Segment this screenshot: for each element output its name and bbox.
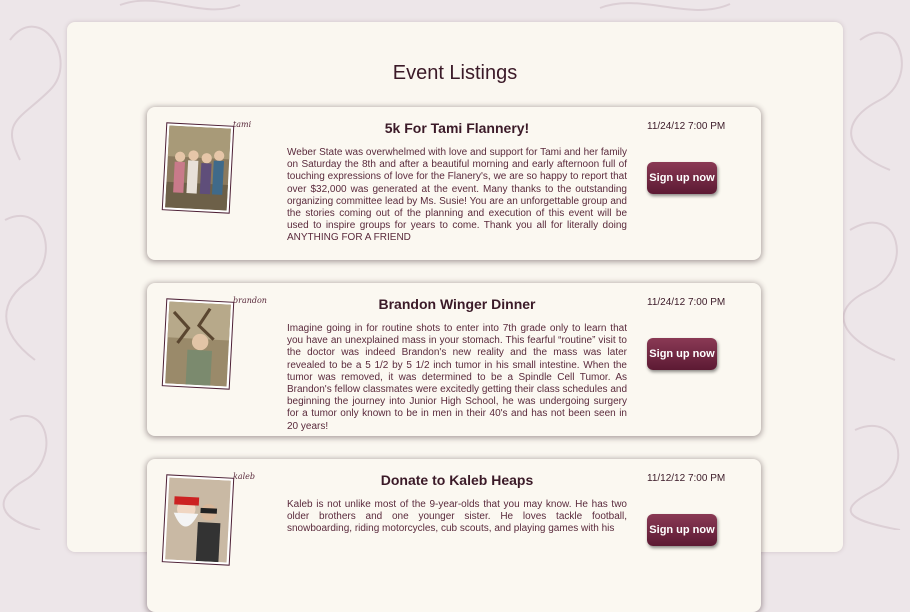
event-date: 11/12/12 7:00 PM: [647, 473, 726, 484]
photo-image: [165, 477, 231, 563]
photo-caption: tami: [233, 120, 252, 129]
event-description: Weber State was overwhelmed with love an…: [287, 147, 627, 244]
sign-up-button[interactable]: Sign up now: [647, 514, 717, 546]
event-date: 11/24/12 7:00 PM: [647, 297, 726, 308]
event-photo: [161, 474, 235, 566]
event-card: tami 5k For Tami Flannery! Weber State w…: [147, 107, 761, 260]
event-description: Imagine going in for routine shots to en…: [287, 323, 627, 432]
main-panel: Event Listings tami 5k For Tami Flannery…: [67, 22, 843, 612]
event-title: Donate to Kaleb Heaps: [380, 472, 534, 488]
event-photo: [161, 298, 235, 390]
photo-caption: brandon: [233, 296, 267, 305]
event-title: Brandon Winger Dinner: [378, 296, 536, 312]
event-photo: [161, 122, 235, 214]
event-date: 11/24/12 7:00 PM: [647, 121, 726, 132]
event-title: 5k For Tami Flannery!: [384, 120, 530, 136]
event-description: Kaleb is not unlike most of the 9-year-o…: [287, 499, 627, 535]
sign-up-button[interactable]: Sign up now: [647, 338, 717, 370]
page-title: Event Listings: [392, 62, 518, 84]
event-card: brandon Brandon Winger Dinner Imagine go…: [147, 283, 761, 436]
photo-image: [165, 125, 231, 211]
photo-image: [165, 301, 231, 387]
event-card: kaleb Donate to Kaleb Heaps Kaleb is not…: [147, 459, 761, 612]
sign-up-button[interactable]: Sign up now: [647, 162, 717, 194]
photo-caption: kaleb: [233, 472, 256, 481]
